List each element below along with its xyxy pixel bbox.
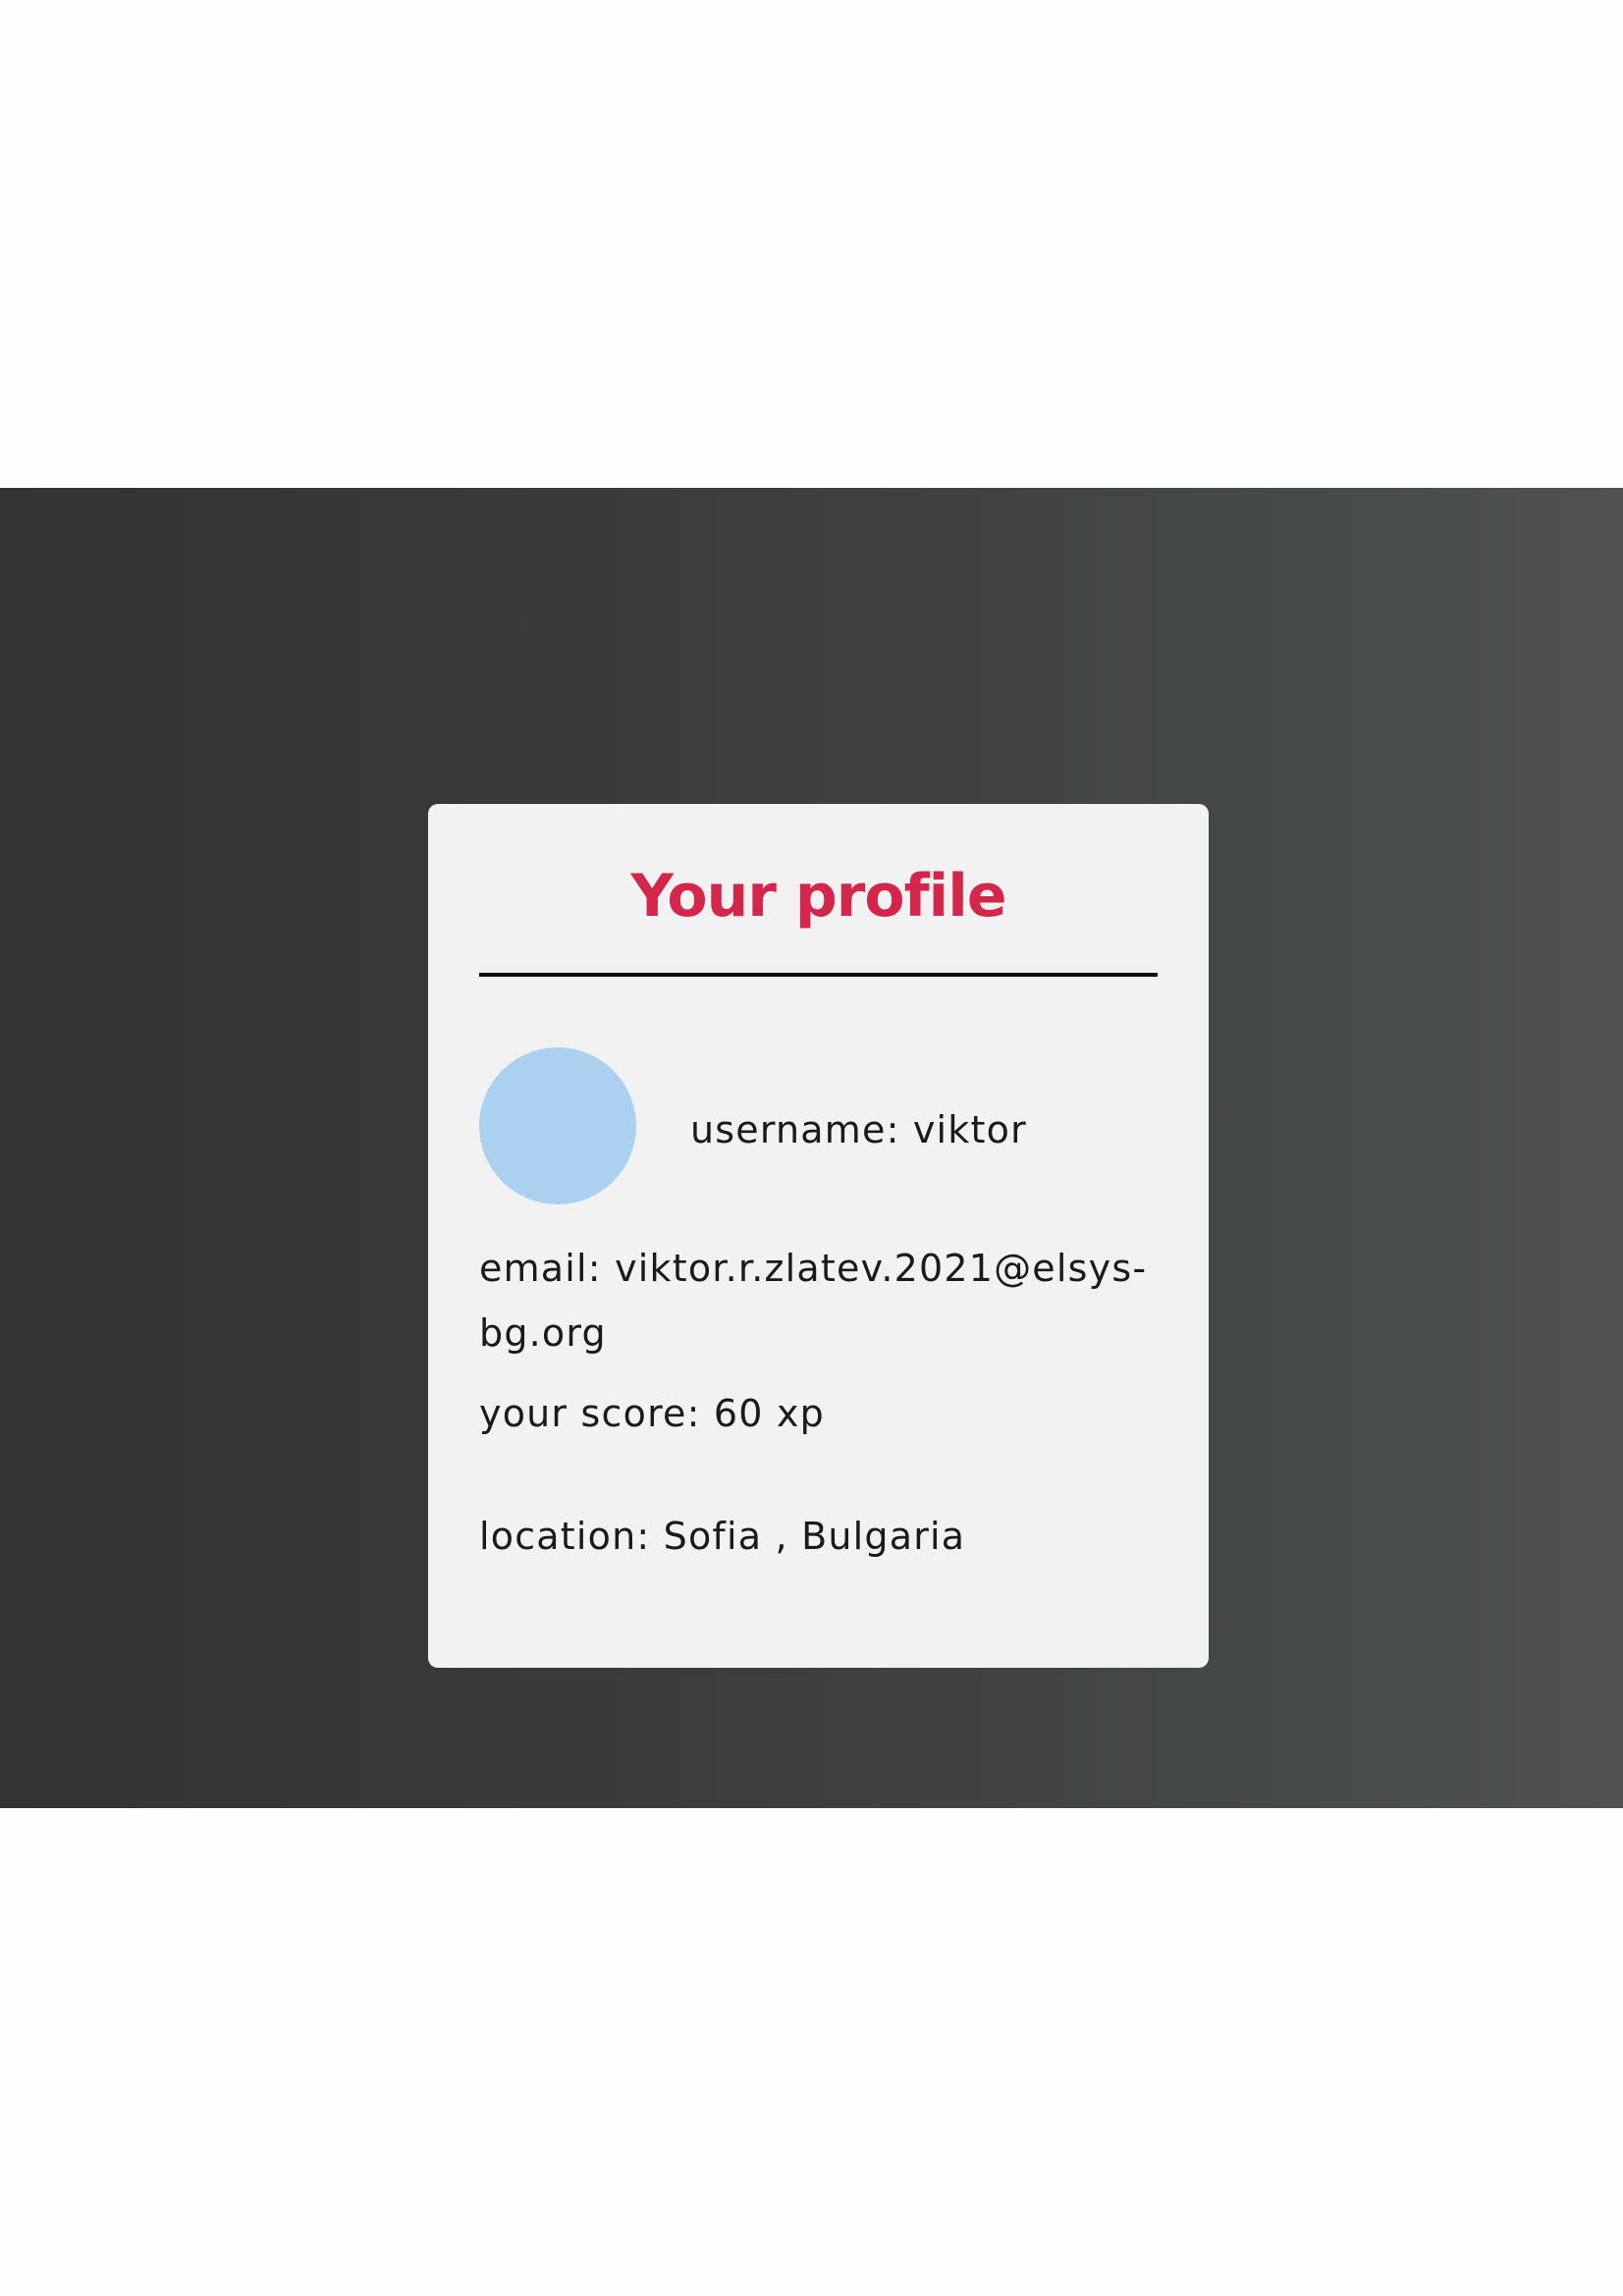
username-field: username: viktor	[690, 1108, 1027, 1151]
score-field: your score: 60 xp	[479, 1392, 825, 1435]
email-field: email: viktor.r.zlatev.2021@elsys-bg.org	[479, 1247, 1148, 1355]
title-divider	[479, 973, 1158, 977]
page-title: Your profile	[630, 862, 1006, 931]
avatar	[479, 1047, 636, 1204]
profile-card: Your profile username: viktor email: vik…	[428, 804, 1209, 1668]
location-field: location: Sofia , Bulgaria	[479, 1515, 966, 1558]
page-background: Your profile username: viktor email: vik…	[0, 488, 1623, 1808]
